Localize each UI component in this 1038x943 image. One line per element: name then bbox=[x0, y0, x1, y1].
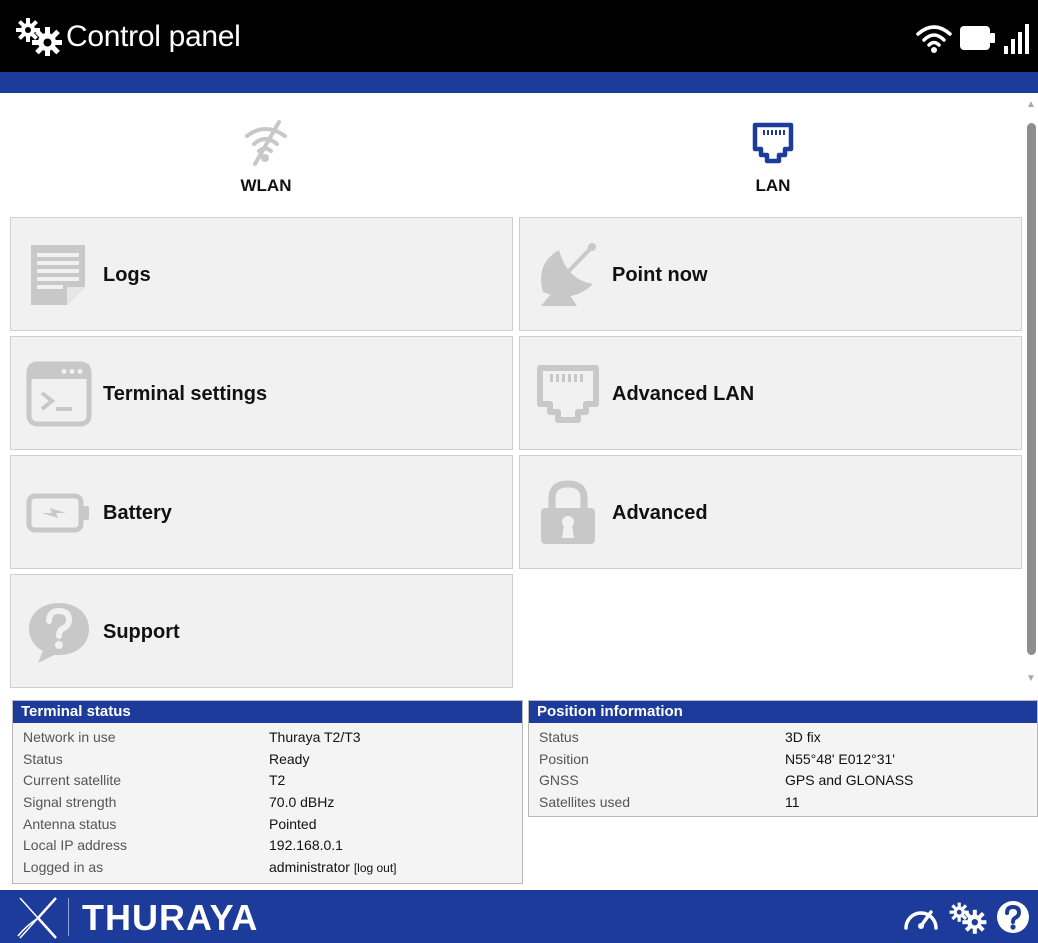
row-value: N55°48' E012°31' bbox=[785, 750, 895, 767]
wifi-icon bbox=[916, 25, 952, 53]
lan-button[interactable]: LAN bbox=[713, 118, 833, 196]
row-value: 3D fix bbox=[785, 729, 821, 745]
row-key: GNSS bbox=[539, 772, 579, 789]
advanced-lan-tile[interactable]: Advanced LAN bbox=[519, 336, 1022, 450]
ethernet-port-icon bbox=[752, 122, 794, 164]
status-row: Antenna status Pointed bbox=[23, 814, 512, 836]
row-key: Current satellite bbox=[23, 772, 122, 789]
support-tile[interactable]: Support bbox=[10, 574, 513, 688]
top-header: Control panel bbox=[0, 0, 1038, 72]
row-key: Status bbox=[23, 750, 63, 767]
row-key: Satellites used bbox=[539, 794, 631, 811]
point-now-tile[interactable]: Point now bbox=[519, 217, 1022, 331]
scroll-up-arrow-icon[interactable]: ▲ bbox=[1026, 100, 1036, 110]
row-key: Logged in as bbox=[23, 859, 104, 876]
lan-label: LAN bbox=[755, 176, 791, 195]
position-row: Satellites used 11 bbox=[539, 792, 1027, 814]
ethernet-port-icon bbox=[537, 365, 599, 423]
wifi-off-icon bbox=[245, 120, 287, 166]
logged-in-value: administrator [log out] bbox=[269, 857, 397, 880]
terminal-status-title: Terminal status bbox=[13, 701, 522, 723]
logout-link[interactable]: [log out] bbox=[354, 861, 397, 875]
header-accent-strip bbox=[0, 72, 1038, 93]
row-value: T2 bbox=[269, 772, 286, 789]
row-key: Signal strength bbox=[23, 794, 117, 811]
position-information-title: Position information bbox=[529, 701, 1037, 723]
status-row: Status Ready bbox=[23, 749, 512, 771]
logged-in-user: administrator bbox=[269, 859, 350, 876]
status-icons bbox=[916, 16, 1030, 60]
satellite-dish-icon bbox=[541, 243, 596, 306]
question-bubble-icon bbox=[29, 603, 89, 663]
battery-charging-icon bbox=[26, 493, 89, 533]
brand-name: THURAYA bbox=[82, 897, 259, 938]
terminal-settings-label: Terminal settings bbox=[103, 382, 268, 405]
row-key: Status bbox=[539, 729, 579, 745]
logs-tile[interactable]: Logs bbox=[10, 217, 513, 331]
gears-icon bbox=[16, 18, 62, 56]
gears-icon[interactable] bbox=[948, 900, 988, 934]
row-key: Local IP address bbox=[23, 837, 128, 854]
footer-bar: THURAYA bbox=[0, 890, 1038, 943]
terminal-status-panel: Terminal status Network in use Thuraya T2… bbox=[12, 700, 523, 884]
terminal-settings-tile[interactable]: Terminal settings bbox=[10, 336, 513, 450]
row-value: 70.0 dBHz bbox=[269, 794, 335, 811]
advanced-lan-label: Advanced LAN bbox=[612, 382, 755, 405]
row-value: Pointed bbox=[269, 815, 317, 832]
scrollbar-thumb[interactable] bbox=[1027, 123, 1036, 655]
position-row: GNSS GPS and GLONASS bbox=[539, 770, 1027, 792]
dashboard-gauge-icon[interactable] bbox=[902, 902, 940, 932]
content-scrollbar[interactable]: ▲ ▼ bbox=[1024, 98, 1038, 688]
wlan-label: WLAN bbox=[240, 176, 292, 195]
row-value: GPS and GLONASS bbox=[785, 772, 914, 789]
signal-bars-icon bbox=[1004, 24, 1029, 54]
help-circle-icon[interactable] bbox=[996, 900, 1030, 934]
row-key: Network in use bbox=[23, 729, 116, 745]
position-row: Position N55°48' E012°31' bbox=[539, 749, 1027, 771]
advanced-label: Advanced bbox=[612, 501, 708, 524]
status-row: Current satellite T2 bbox=[23, 770, 512, 792]
row-value: 11 bbox=[785, 794, 800, 811]
page-title: Control panel bbox=[66, 20, 241, 53]
status-row: Logged in as administrator [log out] bbox=[23, 857, 512, 879]
thuraya-logo-icon bbox=[17, 897, 57, 939]
battery-tile[interactable]: Battery bbox=[10, 455, 513, 569]
footer-divider bbox=[68, 898, 69, 936]
row-value: Ready bbox=[269, 750, 310, 767]
battery-icon bbox=[960, 26, 995, 50]
advanced-tile[interactable]: Advanced bbox=[519, 455, 1022, 569]
status-row: Network in use Thuraya T2/T3 bbox=[23, 727, 512, 749]
padlock-icon bbox=[541, 480, 595, 544]
logs-label: Logs bbox=[103, 263, 151, 286]
wlan-button[interactable]: WLAN bbox=[206, 118, 326, 196]
terminal-icon bbox=[26, 361, 92, 427]
point-now-label: Point now bbox=[612, 263, 708, 286]
document-icon bbox=[31, 245, 85, 305]
scroll-down-arrow-icon[interactable]: ▼ bbox=[1026, 674, 1036, 684]
position-information-panel: Position information Status 3D fix Positi… bbox=[528, 700, 1038, 817]
footer-icons bbox=[902, 898, 1030, 936]
battery-label: Battery bbox=[103, 501, 172, 524]
row-key: Position bbox=[539, 750, 589, 767]
status-row: Local IP address 192.168.0.1 bbox=[23, 835, 512, 857]
row-value: 192.168.0.1 bbox=[269, 837, 343, 854]
position-row: Status 3D fix bbox=[539, 727, 1027, 749]
row-value: Thuraya T2/T3 bbox=[269, 729, 361, 745]
status-row: Signal strength 70.0 dBHz bbox=[23, 792, 512, 814]
support-label: Support bbox=[103, 620, 180, 643]
row-key: Antenna status bbox=[23, 815, 117, 832]
